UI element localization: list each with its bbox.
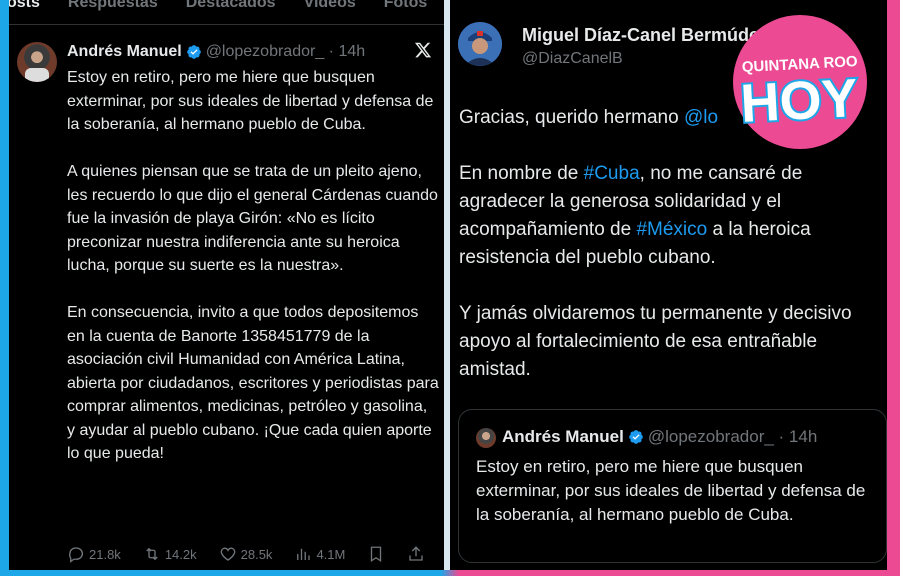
tweet-paragraph: Y jamás olvidaremos tu permanente y deci… — [459, 303, 852, 380]
share-icon — [409, 546, 424, 561]
author-handle[interactable]: @DiazCanelB — [522, 50, 623, 68]
separator-dot: · — [324, 43, 339, 60]
tab-replies[interactable]: Respuestas — [62, 0, 158, 16]
separator-dot: · — [773, 427, 789, 446]
reply-count: 21.8k — [89, 546, 121, 562]
quintana-roo-hoy-logo: QUINTANA ROO HOY — [733, 15, 867, 149]
quoted-tweet[interactable]: Andrés Manuel @lopezobrador_ · 14h Estoy… — [458, 409, 887, 563]
tweet-header: Andrés Manuel @lopezobrador_ · 14h — [67, 42, 365, 62]
bottom-frame-border — [0, 570, 900, 576]
x-logo-icon — [414, 42, 432, 58]
avatar[interactable] — [17, 42, 57, 82]
views-button[interactable]: 4.1M — [294, 545, 345, 563]
tab-photos[interactable]: Fotos — [378, 0, 428, 16]
left-tweet-panel: osts Respuestas Destacados Videos Fotos … — [9, 0, 444, 570]
verified-badge-icon — [629, 430, 643, 444]
reply-icon — [69, 547, 84, 563]
tweet-paragraph: Estoy en retiro, pero me hiere que busqu… — [67, 69, 434, 133]
bookmark-button[interactable] — [367, 545, 389, 563]
tweet-time[interactable]: 14h — [338, 43, 365, 61]
left-frame-border — [0, 0, 9, 576]
avatar — [476, 428, 496, 448]
author-name: Andrés Manuel — [502, 427, 624, 446]
tab-highlights[interactable]: Destacados — [180, 0, 276, 16]
like-button[interactable]: 28.5k — [219, 545, 273, 563]
repost-count: 14.2k — [164, 546, 197, 562]
bookmark-icon — [371, 546, 382, 563]
tweet-time: 14h — [788, 427, 818, 446]
avatar-photo-icon — [458, 22, 502, 66]
tweet-paragraph: En nombre de #Cuba, no me cansaré de agr… — [459, 163, 811, 268]
mention-link[interactable]: @lo — [684, 107, 718, 128]
author-handle[interactable]: @lopezobrador_ — [206, 43, 325, 61]
hashtag-link[interactable]: #México — [636, 219, 707, 240]
author-name[interactable]: Andrés Manuel — [67, 43, 182, 61]
avatar[interactable] — [458, 22, 502, 66]
right-frame-border — [887, 0, 900, 576]
heart-icon — [220, 547, 235, 561]
verified-badge-icon — [186, 45, 201, 59]
view-count: 4.1M — [316, 546, 346, 562]
logo-main-text: HOY — [739, 68, 859, 134]
like-count: 28.5k — [240, 546, 273, 562]
share-button[interactable] — [407, 545, 429, 563]
repost-button[interactable]: 14.2k — [143, 545, 197, 563]
tabs-divider — [9, 24, 444, 25]
hashtag-link[interactable]: #Cuba — [584, 163, 640, 184]
tweet-paragraph: En consecuencia, invito a que todos depo… — [67, 304, 439, 462]
reply-button[interactable]: 21.8k — [67, 545, 121, 563]
tab-videos[interactable]: Videos — [298, 0, 356, 16]
tweet-paragraph: A quienes piensan que se trata de un ple… — [67, 163, 438, 274]
repost-icon — [146, 547, 158, 561]
tweet-actions: 21.8k 14.2k 28.5k 4.1M — [67, 545, 439, 563]
author-handle: @lopezobrador_ — [647, 427, 774, 446]
tweet-body: Estoy en retiro, pero me hiere que busqu… — [67, 66, 439, 489]
analytics-icon — [297, 548, 311, 560]
quoted-tweet-text: Estoy en retiro, pero me hiere que busqu… — [476, 457, 866, 524]
profile-tabs: osts Respuestas Destacados Videos Fotos — [9, 0, 444, 16]
quoted-tweet-header: Andrés Manuel @lopezobrador_ · 14h — [502, 427, 817, 447]
tab-posts[interactable]: osts — [9, 0, 40, 16]
